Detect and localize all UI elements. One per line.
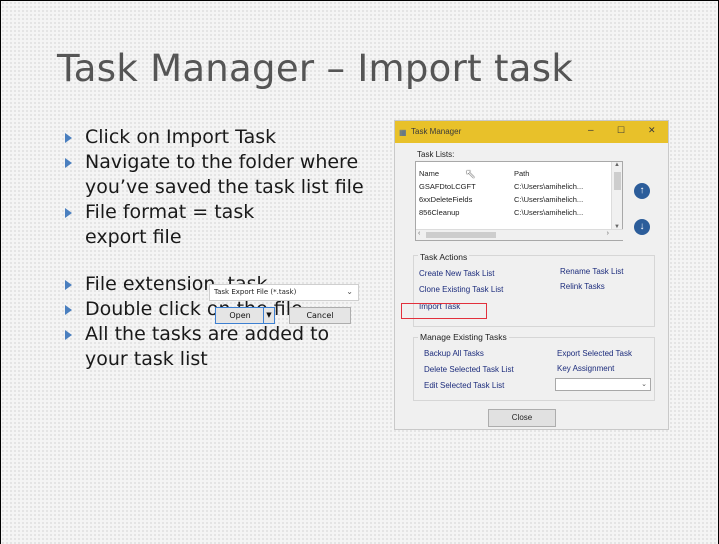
window-titlebar: ▦ Task Manager – ☐ ✕ [395, 121, 668, 143]
close-icon[interactable]: ✕ [648, 125, 656, 136]
horizontal-scrollbar[interactable]: ‹ › [416, 229, 623, 240]
chevron-down-icon: ⌄ [346, 287, 353, 296]
task-manager-window: ▦ Task Manager – ☐ ✕ Task Lists: Name Pa… [394, 120, 669, 430]
edit-selected-task-list-link[interactable]: Edit Selected Task List [424, 381, 504, 390]
list-item[interactable]: GSAFDtoLCGFT C:\Users\amihelich... [419, 182, 583, 191]
file-open-dialog-snippet: Task Export File (*.task) ⌄ Open ▼ Cance… [209, 284, 359, 326]
slide: Task Manager – Import task Click on Impo… [0, 0, 719, 544]
window-title: Task Manager [411, 127, 462, 136]
bullet-marker-icon [65, 158, 72, 168]
task-actions-label: Task Actions [418, 252, 470, 262]
column-header-path[interactable]: Path [514, 169, 529, 178]
bullet-list: Click on Import Task Navigate to the fol… [65, 125, 365, 372]
cancel-button[interactable]: Cancel [289, 307, 351, 324]
bullet-marker-icon [65, 305, 72, 315]
delete-selected-task-list-link[interactable]: Delete Selected Task List [424, 365, 514, 374]
task-lists-listview[interactable]: Name Path GSAFDtoLCGFT C:\Users\amihelic… [415, 161, 623, 241]
mouse-cursor-icon: ⭦ [466, 167, 476, 183]
close-button[interactable]: Close [488, 409, 556, 427]
scroll-left-icon[interactable]: ‹ [418, 230, 420, 237]
bullet-item: Navigate to the folder where you’ve save… [65, 150, 365, 200]
bullet-item: File format = task export file [65, 200, 365, 250]
app-icon: ▦ [399, 128, 407, 137]
bullet-item: Click on Import Task [65, 125, 365, 150]
list-item[interactable]: 6xxDeleteFields C:\Users\amihelich... [419, 195, 583, 204]
bullet-marker-icon [65, 208, 72, 218]
open-button[interactable]: Open ▼ [215, 307, 275, 324]
clone-existing-task-list-link[interactable]: Clone Existing Task List [419, 285, 503, 294]
slide-title: Task Manager – Import task [57, 47, 574, 90]
rename-task-list-link[interactable]: Rename Task List [560, 267, 623, 276]
scrollbar-thumb[interactable] [426, 232, 496, 238]
create-new-task-list-link[interactable]: Create New Task List [419, 269, 494, 278]
backup-all-tasks-link[interactable]: Backup All Tasks [424, 349, 484, 358]
scroll-right-icon[interactable]: › [607, 230, 609, 237]
key-assignment-label: Key Assignment [557, 364, 615, 373]
list-header: Name Path [419, 169, 529, 178]
arrow-up-icon[interactable]: ↑ [634, 183, 650, 199]
bullet-marker-icon [65, 280, 72, 290]
bullet-marker-icon [65, 330, 72, 340]
bullet-marker-icon [65, 133, 72, 143]
scroll-up-icon[interactable]: ▲ [614, 162, 620, 168]
scrollbar-thumb[interactable] [614, 172, 621, 190]
dropdown-arrow-icon[interactable]: ▼ [263, 308, 274, 323]
arrow-down-icon[interactable]: ↓ [634, 219, 650, 235]
key-assignment-combo[interactable]: ⌄ [555, 378, 651, 391]
list-item[interactable]: 856Cleanup C:\Users\amihelich... [419, 208, 583, 217]
relink-tasks-link[interactable]: Relink Tasks [560, 282, 605, 291]
task-lists-label: Task Lists: [417, 150, 455, 159]
import-task-highlight [401, 303, 487, 319]
export-selected-task-link[interactable]: Export Selected Task [557, 349, 632, 358]
maximize-icon[interactable]: ☐ [617, 125, 625, 136]
minimize-icon[interactable]: – [588, 125, 594, 136]
manage-tasks-label: Manage Existing Tasks [418, 332, 509, 342]
file-type-select[interactable]: Task Export File (*.task) ⌄ [209, 284, 359, 301]
chevron-down-icon: ⌄ [641, 381, 647, 388]
bullet-item: All the tasks are added to your task lis… [65, 322, 365, 372]
vertical-scrollbar[interactable]: ▲ ▼ [611, 162, 622, 230]
column-header-name[interactable]: Name [419, 169, 439, 178]
